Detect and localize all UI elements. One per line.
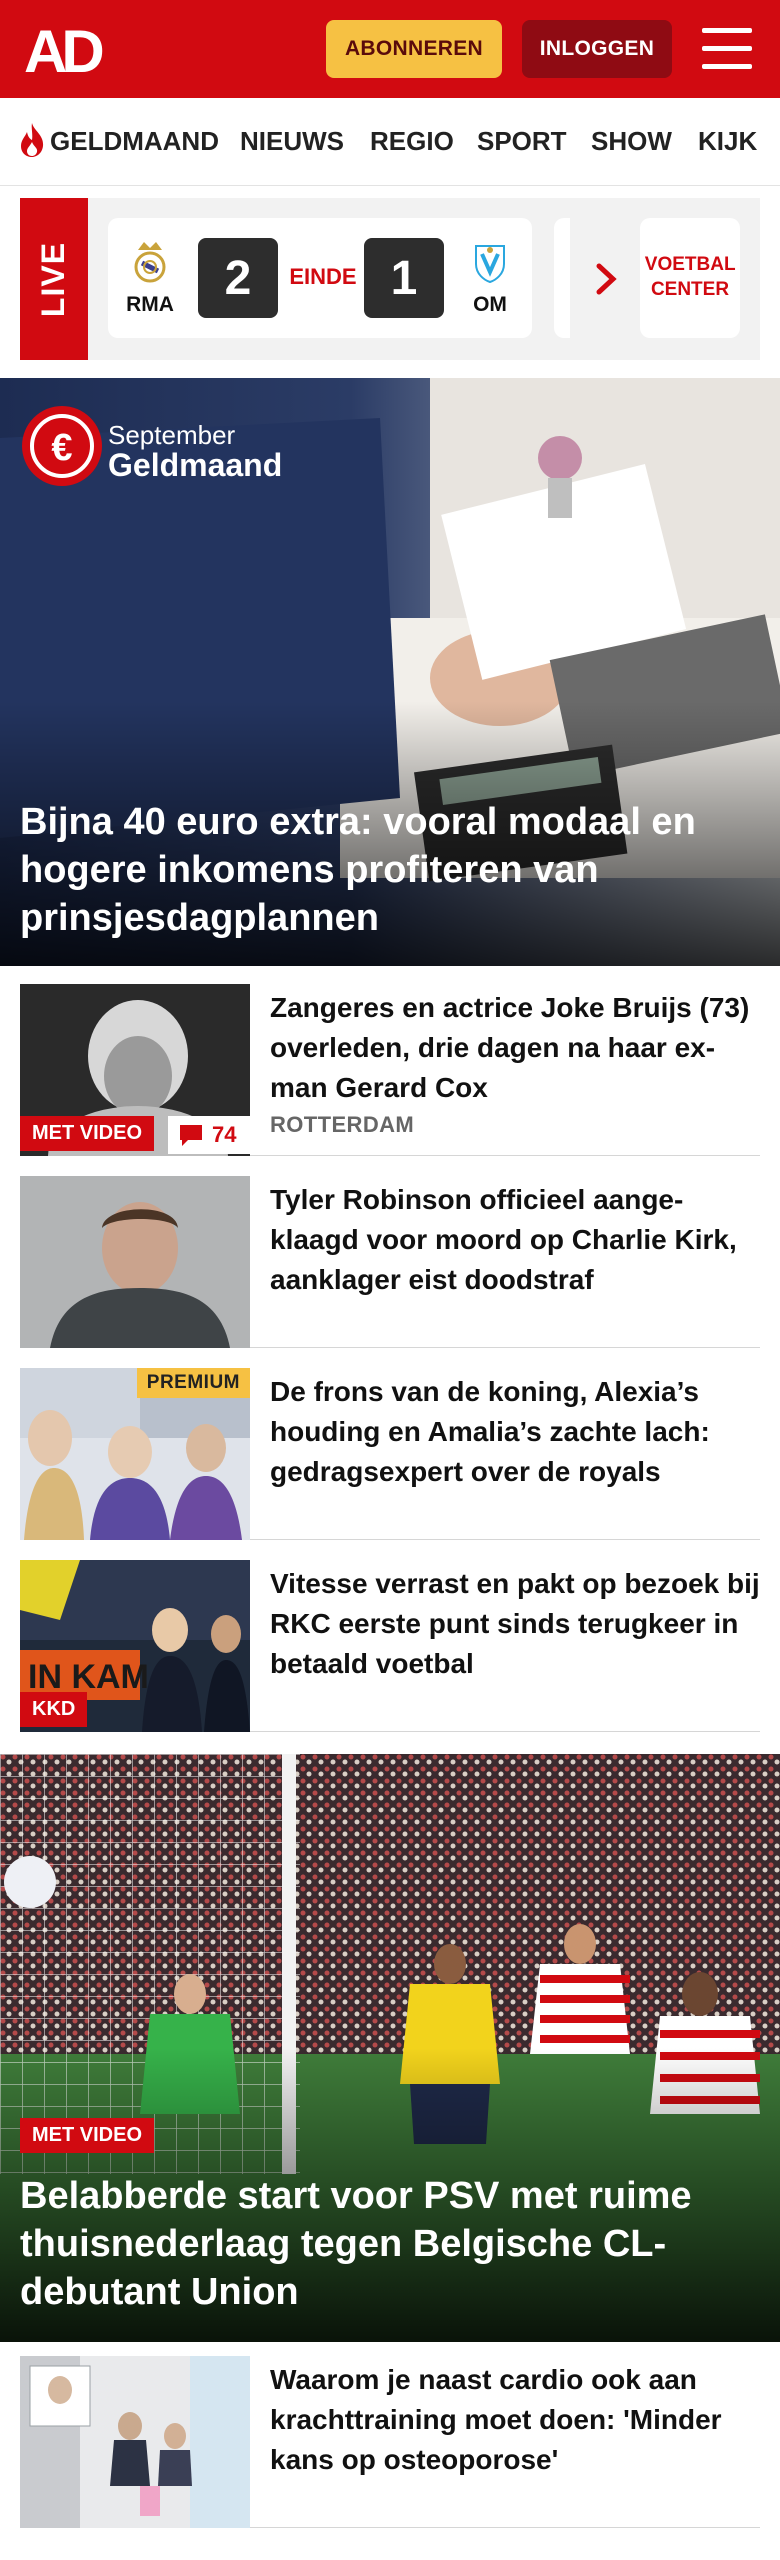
list-item[interactable]: Tyler Robinson officieel aange-klaagd vo… <box>20 1176 760 1348</box>
list-item[interactable]: PREMIUM De frons van de koning, Alexia’s… <box>20 1368 760 1540</box>
nav-item-regio[interactable]: REGIO <box>370 126 454 157</box>
premium-label: PREMIUM <box>136 1368 250 1398</box>
away-team-abbr: OM <box>473 293 507 316</box>
away-team: OM <box>462 240 518 317</box>
chevron-right-icon[interactable] <box>592 262 620 296</box>
live-score-widget: LIVE RMA 2 EINDE 1 OM VOETBAL CENTER <box>20 198 760 360</box>
nav-item-geldmaand[interactable]: GELDMAAND <box>50 126 219 157</box>
voetbal-center-button[interactable]: VOETBAL CENTER <box>640 218 740 338</box>
svg-text:AD: AD <box>24 22 102 78</box>
home-team-abbr: RMA <box>126 293 174 316</box>
login-button[interactable]: INLOGGEN <box>522 20 672 78</box>
article-thumbnail: PREMIUM <box>20 1368 250 1540</box>
article-thumbnail: IN KAM KKD <box>20 1560 250 1732</box>
kkd-label: KKD <box>20 1692 88 1727</box>
article-title[interactable]: Zangeres en actrice Joke Bruijs (73) ove… <box>270 988 760 1108</box>
video-story[interactable]: MET VIDEO Belabberde start voor PSV met … <box>0 1754 780 2342</box>
article-title[interactable]: Tyler Robinson officieel aange-klaagd vo… <box>270 1180 760 1300</box>
away-score: 1 <box>364 238 444 318</box>
video-label: MET VIDEO <box>20 2118 155 2153</box>
geldmaand-badge: € September Geldmaand <box>22 406 282 486</box>
hero-article[interactable]: € September Geldmaand Bijna 40 euro extr… <box>0 378 780 966</box>
article-thumbnail: MET VIDEO 74 <box>20 984 250 1156</box>
comment-icon <box>180 1125 202 1146</box>
nav-item-nieuws[interactable]: NIEUWS <box>240 126 344 157</box>
list-item[interactable]: MET VIDEO 74 Zangeres en actrice Joke Br… <box>20 984 760 1156</box>
article-title[interactable]: Vitesse verrast en pakt op bezoek bij RK… <box>270 1564 760 1684</box>
nav-item-kijk[interactable]: KIJK <box>698 126 757 157</box>
nav-item-show[interactable]: SHOW <box>591 126 672 157</box>
list-item[interactable]: Waarom je naast cardio ook aan krachttra… <box>20 2356 760 2528</box>
hero-title[interactable]: Bijna 40 euro extra: vooral modaal en ho… <box>20 798 760 942</box>
ad-logo[interactable]: AD <box>24 22 118 78</box>
home-team: RMA <box>122 240 178 317</box>
match-card[interactable]: RMA 2 EINDE 1 OM <box>108 218 532 338</box>
hamburger-menu-icon[interactable] <box>702 28 752 70</box>
flame-icon <box>21 123 44 157</box>
comment-count-value: 74 <box>212 1122 237 1147</box>
section-nav: GELDMAAND NIEUWS REGIO SPORT SHOW KIJK <box>0 98 780 186</box>
nav-item-sport[interactable]: SPORT <box>477 126 567 157</box>
next-match-card-stub[interactable] <box>554 218 570 338</box>
subscribe-button[interactable]: ABONNEREN <box>326 20 502 78</box>
article-kicker: ROTTERDAM <box>270 1112 415 1137</box>
svg-text:September: September <box>108 420 236 450</box>
match-status: EINDE <box>289 264 357 289</box>
article-title[interactable]: De frons van de koning, Alexia’s houding… <box>270 1372 760 1492</box>
live-tab[interactable]: LIVE <box>20 198 88 360</box>
marseille-crest-icon <box>475 245 505 284</box>
comment-count[interactable]: 74 <box>168 1116 250 1154</box>
svg-text:Geldmaand: Geldmaand <box>108 447 282 483</box>
svg-text:IN KAM: IN KAM <box>28 1658 149 1696</box>
article-thumbnail <box>20 2356 250 2528</box>
top-header: AD ABONNEREN INLOGGEN <box>0 0 780 98</box>
real-madrid-crest-icon <box>134 242 166 283</box>
article-title[interactable]: Waarom je naast cardio ook aan krachttra… <box>270 2360 760 2480</box>
live-label: LIVE <box>35 241 72 317</box>
list-item[interactable]: IN KAM KKD Vitesse verrast en pakt op be… <box>20 1560 760 1732</box>
svg-text:€: € <box>51 427 72 469</box>
article-thumbnail <box>20 1176 250 1348</box>
video-story-title[interactable]: Belabberde start voor PSV met ruime thui… <box>20 2172 770 2316</box>
video-label: MET VIDEO <box>20 1116 155 1151</box>
home-score: 2 <box>198 238 278 318</box>
